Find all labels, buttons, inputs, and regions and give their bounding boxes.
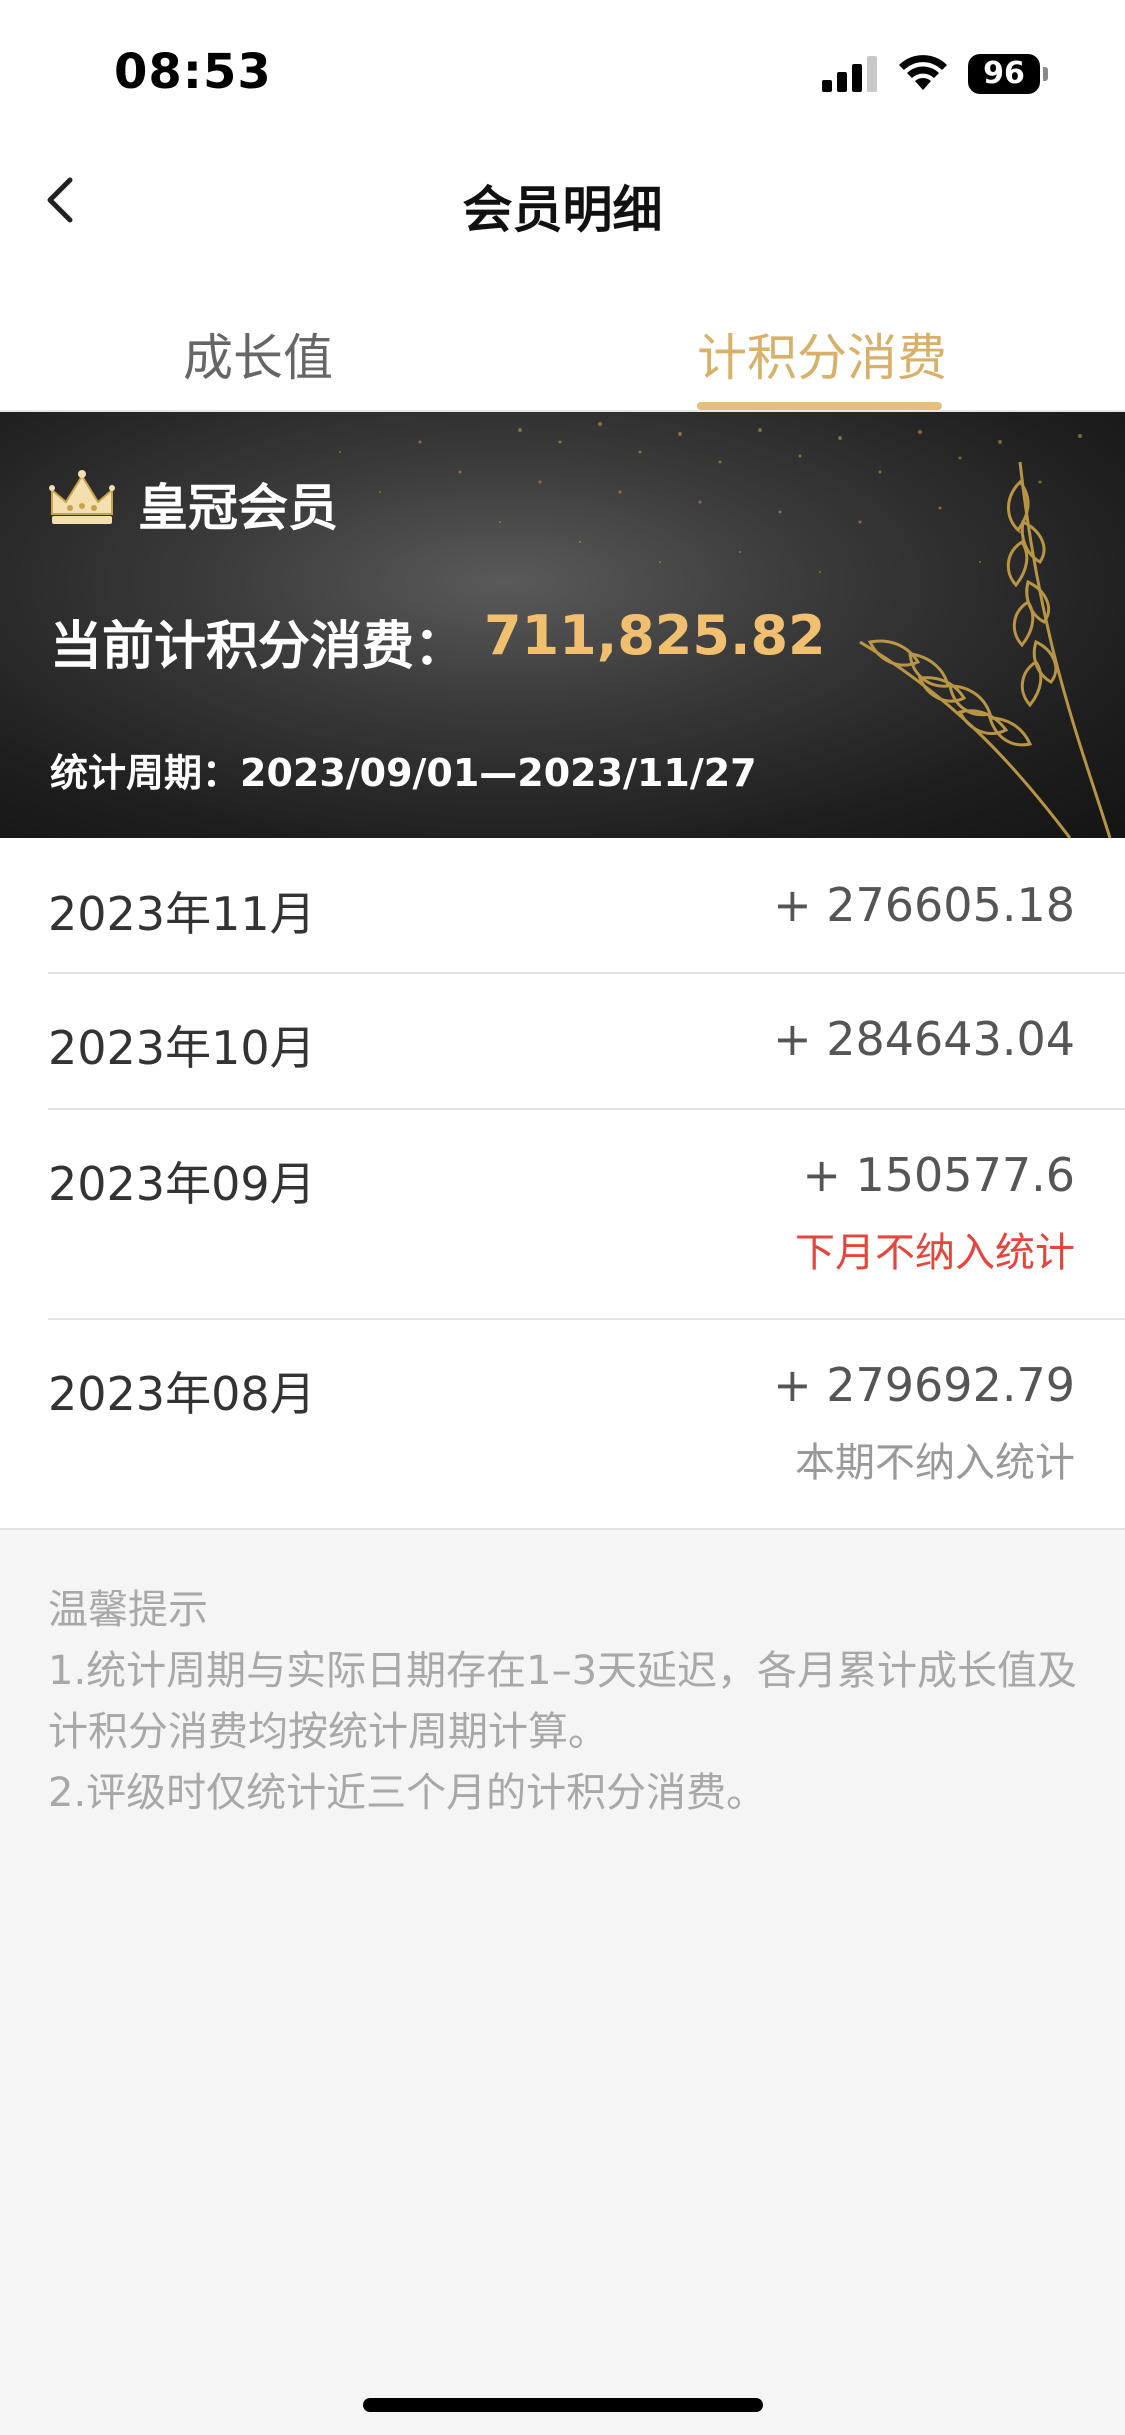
status-time: 08:53 xyxy=(114,44,272,100)
tier-name: 皇冠会员 xyxy=(138,479,338,537)
tips-line: 1.统计周期与实际日期存在1–3天延迟，各月累计成长值及计积分消费均按统计周期计… xyxy=(48,1648,1078,1755)
signal-icon xyxy=(822,56,877,92)
status-bar: 08:53 96 xyxy=(0,0,1125,150)
tips-title: 温馨提示 xyxy=(48,1587,208,1633)
record-amount: + 279692.79 xyxy=(773,1358,1075,1412)
tips-line: 2.评级时仅统计近三个月的计积分消费。 xyxy=(48,1770,767,1816)
wifi-icon xyxy=(899,55,947,90)
record-note: 下月不纳入统计 xyxy=(795,1230,1075,1276)
battery-level: 96 xyxy=(968,54,1040,94)
membership-banner: 皇冠会员 当前计积分消费： 711,825.82 统计周期：2023/09/01… xyxy=(0,412,1125,838)
page-title: 会员明细 xyxy=(462,181,663,239)
battery-icon: 96 xyxy=(968,54,1048,94)
screen: 08:53 96 会员明细 成长值 计积分消费 皇冠会员 当前计积分消费： 71… xyxy=(0,0,1125,2435)
row-divider xyxy=(0,1528,1125,1530)
list-item: 2023年09月 + 150577.6 下月不纳入统计 xyxy=(0,1110,1125,1320)
record-month: 2023年10月 xyxy=(48,1021,316,1075)
record-amount: + 276605.18 xyxy=(773,878,1075,932)
record-amount: + 284643.04 xyxy=(773,1012,1075,1066)
tips-section: 温馨提示 1.统计周期与实际日期存在1–3天延迟，各月累计成长值及计积分消费均按… xyxy=(48,1580,1088,1824)
tab-points-consumption[interactable]: 计积分消费 xyxy=(697,318,947,390)
list-item: 2023年08月 + 279692.79 本期不纳入统计 xyxy=(0,1320,1125,1530)
record-month: 2023年11月 xyxy=(48,887,316,941)
period-value: 2023/09/01—2023/11/27 xyxy=(240,751,757,795)
period-label: 统计周期： xyxy=(50,751,241,795)
record-amount: + 150577.6 xyxy=(802,1148,1075,1202)
battery-tip xyxy=(1043,67,1048,81)
statistics-period: 统计周期：2023/09/01—2023/11/27 xyxy=(50,742,757,797)
current-consumption-value: 711,825.82 xyxy=(484,604,826,667)
record-note: 本期不纳入统计 xyxy=(795,1440,1075,1486)
home-indicator[interactable] xyxy=(363,2398,763,2412)
crown-icon xyxy=(49,470,115,524)
list-item: 2023年10月 + 284643.04 xyxy=(0,974,1125,1110)
monthly-records-list: 2023年11月 + 276605.18 2023年10月 + 284643.0… xyxy=(0,838,1125,1530)
tab-bar: 成长值 计积分消费 xyxy=(0,250,1125,412)
record-month: 2023年09月 xyxy=(48,1157,316,1211)
active-tab-indicator xyxy=(697,402,942,410)
tab-growth-value[interactable]: 成长值 xyxy=(183,318,333,390)
current-consumption-label: 当前计积分消费： xyxy=(50,617,467,677)
wheat-icon xyxy=(859,461,1112,838)
nav-bar: 会员明细 xyxy=(0,150,1125,250)
record-month: 2023年08月 xyxy=(48,1367,316,1421)
list-item: 2023年11月 + 276605.18 xyxy=(0,838,1125,974)
